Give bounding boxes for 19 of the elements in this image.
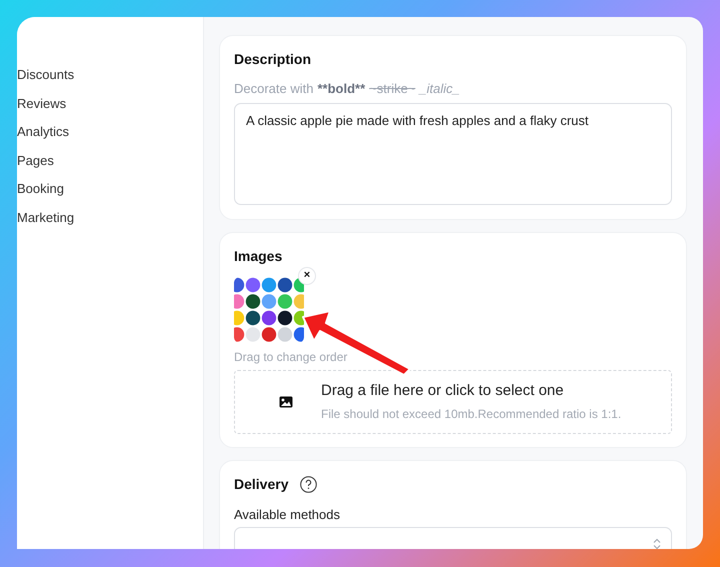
sidebar-item[interactable]: Analytics bbox=[17, 124, 203, 153]
drag-hint: Drag to change order bbox=[234, 348, 348, 366]
sidebar-item[interactable]: Marketing bbox=[17, 210, 203, 239]
section-title: Description bbox=[234, 50, 312, 69]
section-title: Images bbox=[234, 246, 284, 266]
section-title: Delivery bbox=[234, 474, 288, 494]
field-label: Available methods bbox=[234, 506, 341, 524]
format-hint: Decorate with bbox=[234, 80, 314, 98]
sidebar-item[interactable]: Reviews bbox=[17, 96, 203, 124]
sidebar-item[interactable]: Discounts bbox=[17, 67, 203, 96]
remove-button[interactable]: × bbox=[298, 266, 316, 284]
sidebar-item[interactable]: Booking bbox=[17, 181, 203, 210]
format-hint: **bold** bbox=[317, 80, 366, 98]
dropzone-title: Drag a file here or click to select one bbox=[321, 381, 565, 402]
format-hint: ~strike~ bbox=[369, 80, 416, 98]
format-hint: _italic_ bbox=[419, 80, 460, 98]
dropzone-subtitle: File should not exceed 10mb.Recommended ratio is 1:1. bbox=[321, 406, 622, 423]
sidebar-item[interactable]: Pages bbox=[17, 152, 203, 182]
description-field[interactable]: A classic apple pie made with fresh apples and a flaky crust bbox=[234, 102, 672, 204]
